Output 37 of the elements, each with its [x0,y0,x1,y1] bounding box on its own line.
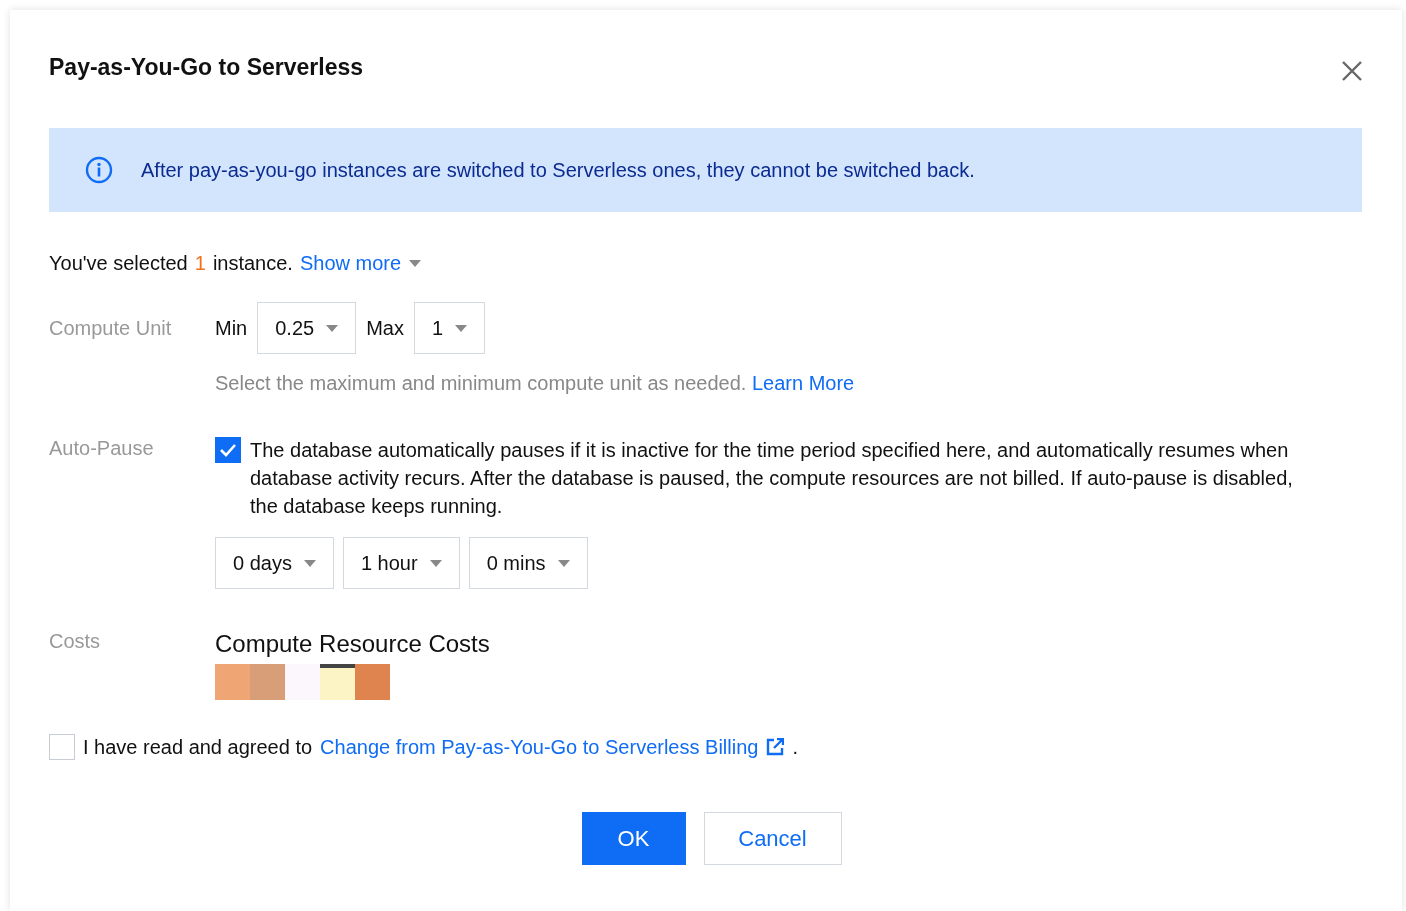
show-more-link[interactable]: Show more [299,252,422,275]
caret-icon [303,559,316,567]
external-link-icon [766,738,785,756]
field-label: Auto-Pause [49,437,155,461]
caret-icon [455,324,468,332]
instance-count: 1 [194,252,206,275]
dialog-title: Pay-as-You-Go to Serverless [49,54,364,81]
close-icon[interactable] [1341,60,1363,82]
selection-text: You've selected [49,252,188,275]
learn-more-link[interactable]: Learn More [751,372,855,394]
dropdown-select[interactable]: 1 [413,302,486,354]
selection-text: instance. [212,252,293,275]
dropdown-select[interactable]: 0 mins [468,537,588,589]
dropdown-select[interactable]: 0.25 [257,302,357,354]
auto-pause-description: The database automatically pauses if it is inactive for the time period specified here, and automatically resumes when database activity recurs. After the database is paused, the compute resources are not billed. If auto-pause is disabled, the database keeps running. [250,438,1294,519]
agreement-period: . [792,735,798,759]
dropdown-select[interactable]: 0 days [215,537,334,589]
agreement-text: I have read and agreed to [83,735,313,759]
caret-icon [409,260,422,267]
field-label: Costs [49,630,102,654]
checkbox[interactable] [49,734,75,760]
caret-icon [326,324,339,332]
checkbox[interactable] [215,437,241,463]
billing-link[interactable]: Change from Pay-as-You-Go to Serverless Billing [320,735,785,759]
cancel-button[interactable]: Cancel [703,812,842,865]
max-label: Max [366,316,404,340]
checkmark-icon [219,443,237,457]
notice-text: After pay-as-you-go instances are switched to Serverless ones, they cannot be switched back. [141,158,975,182]
hint-text: Select the maximum and minimum compute unit as needed. [215,372,747,394]
info-icon [85,156,113,184]
caret-icon [557,559,570,567]
ok-button[interactable]: OK [581,812,686,865]
caret-icon [429,559,442,567]
field-label: Compute Unit [49,316,173,340]
dropdown-select[interactable]: 1 hour [342,537,460,589]
costs-heading: Compute Resource Costs [215,630,491,658]
min-label: Min [215,316,248,340]
